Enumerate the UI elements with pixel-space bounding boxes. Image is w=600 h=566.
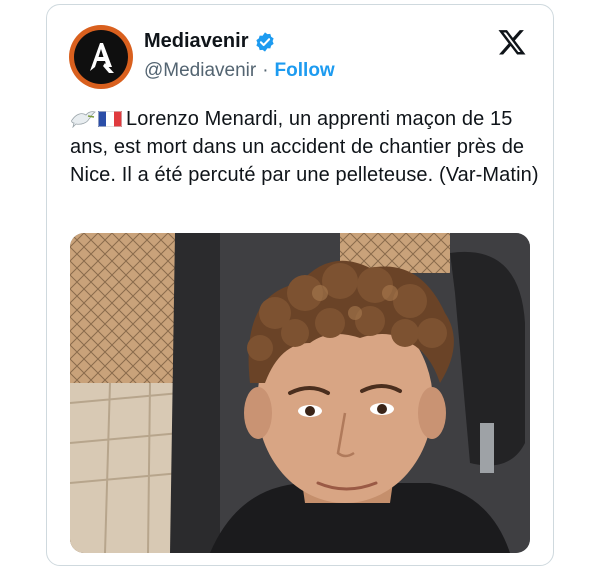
mediavenir-logo-icon bbox=[74, 30, 128, 84]
handle[interactable]: @Mediavenir bbox=[144, 60, 256, 82]
display-name[interactable]: Mediavenir bbox=[144, 30, 276, 53]
avatar[interactable] bbox=[69, 25, 133, 89]
display-name-text: Mediavenir bbox=[144, 30, 249, 52]
france-flag-icon bbox=[98, 107, 122, 127]
selfie-photo-icon bbox=[70, 233, 530, 553]
tweet-photo[interactable] bbox=[70, 233, 530, 553]
handle-row: @Mediavenir · Follow bbox=[144, 60, 335, 82]
follow-button[interactable]: Follow bbox=[275, 60, 335, 82]
separator: · bbox=[262, 60, 269, 81]
x-logo-icon[interactable] bbox=[497, 27, 527, 57]
verified-badge-icon bbox=[254, 31, 276, 53]
tweet-text: Lorenzo Menardi, un apprenti maçon de 15… bbox=[70, 105, 540, 189]
tweet-body: Lorenzo Menardi, un apprenti maçon de 15… bbox=[70, 108, 539, 186]
tweet-card[interactable]: Mediavenir @Mediavenir · Follow Lorenzo … bbox=[46, 4, 554, 566]
dove-icon bbox=[70, 108, 96, 129]
